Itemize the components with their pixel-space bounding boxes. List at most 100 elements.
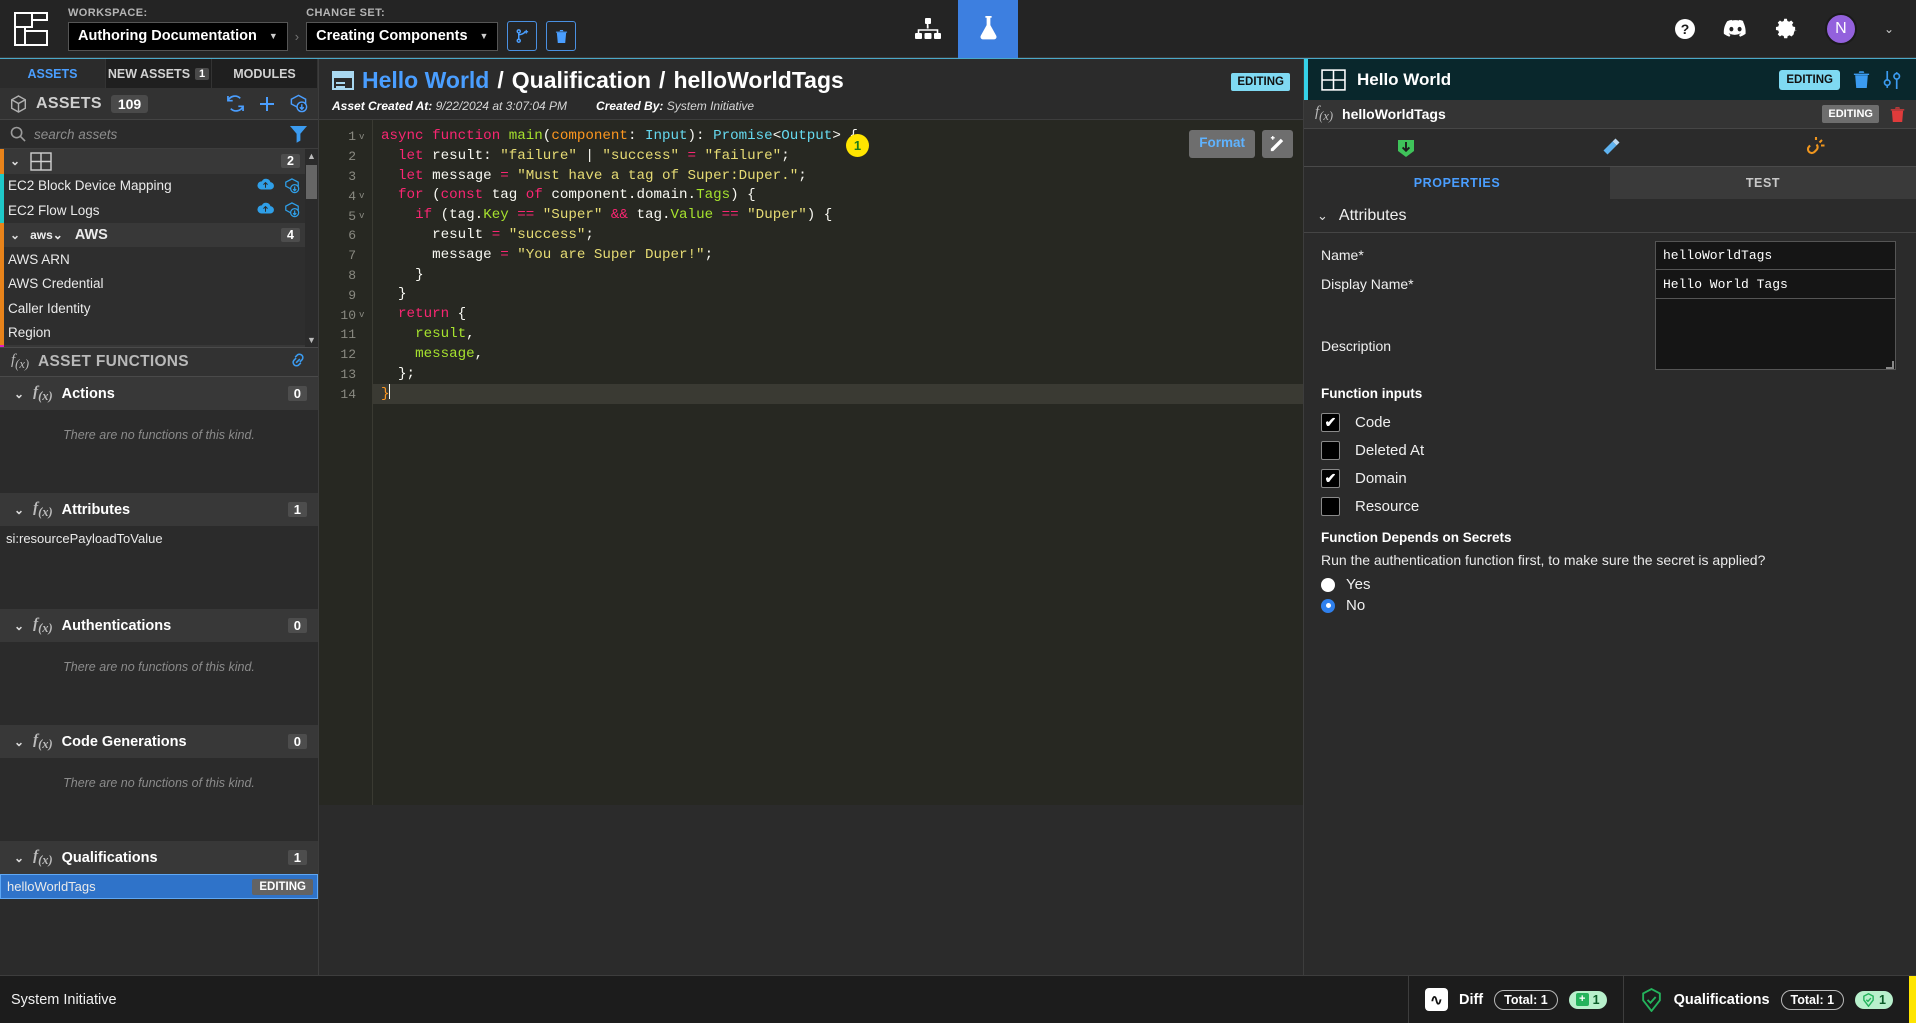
accent-bar xyxy=(0,247,4,272)
fn-section-actions[interactable]: ⌄ f(x) Actions 0 xyxy=(0,377,318,410)
field-row-description: Description xyxy=(1321,299,1896,370)
right-panel-tabs: PROPERTIES TEST xyxy=(1304,167,1916,199)
resource-checkbox-label: Resource xyxy=(1355,497,1420,515)
display-name-input[interactable] xyxy=(1655,270,1896,299)
function-icon: f(x) xyxy=(33,731,53,751)
trash-red-icon[interactable] xyxy=(1890,106,1905,123)
code-marker-badge[interactable]: 1 xyxy=(846,134,869,157)
checkbox-row-domain[interactable]: ✔ Domain xyxy=(1321,464,1899,492)
line-number-value: 13 xyxy=(340,366,356,382)
fn-item-resource-payload-to-value[interactable]: si:resourcePayloadToValue xyxy=(0,526,318,551)
asset-search-row xyxy=(0,120,318,149)
tree-group-aws[interactable]: ⌄ aws⌄ AWS 4 xyxy=(0,222,318,247)
tab-modules[interactable]: MODULES xyxy=(212,59,318,88)
fold-arrow-icon[interactable]: v xyxy=(359,191,367,201)
scroll-up-arrow-icon[interactable]: ▲ xyxy=(305,151,318,161)
fn-section-empty: There are no functions of this kind. xyxy=(63,428,255,442)
refresh-icon[interactable] xyxy=(226,95,245,112)
fold-arrow-icon[interactable]: v xyxy=(359,310,367,320)
install-module-icon[interactable] xyxy=(289,94,308,113)
changeset-label: CHANGE SET: xyxy=(306,6,386,19)
fn-section-code-generations[interactable]: ⌄ f(x) Code Generations 0 xyxy=(0,725,318,758)
fn-section-attributes[interactable]: ⌄ f(x) Attributes 1 xyxy=(0,493,318,526)
scrollbar-thumb[interactable] xyxy=(306,165,317,199)
tab-test[interactable]: TEST xyxy=(1610,167,1916,199)
accent-bar xyxy=(0,296,4,321)
avatar-chevron-down-icon[interactable]: ⌄ xyxy=(1884,22,1894,36)
attach-function-button[interactable] xyxy=(289,352,307,373)
accent-bar xyxy=(0,149,4,174)
input-socket-button[interactable] xyxy=(1304,129,1508,166)
breadcrumb-function: helloWorldTags xyxy=(673,67,844,93)
fn-item-hello-world-tags[interactable]: helloWorldTags EDITING xyxy=(0,874,318,899)
secrets-no-radio[interactable] xyxy=(1321,598,1335,613)
code-editor[interactable]: 1v 2 3 4v 5v 6 7 8 9 10 v 11 12 13 14 asy… xyxy=(319,120,1303,805)
attributes-section-header[interactable]: ⌄ Attributes xyxy=(1304,199,1916,233)
cloud-upload-icon[interactable] xyxy=(257,202,274,214)
tree-item-aws-arn[interactable]: AWS ARN xyxy=(0,247,318,272)
tree-item-caller-identity[interactable]: Caller Identity xyxy=(0,296,318,321)
pipette-button[interactable] xyxy=(1508,129,1712,166)
domain-checkbox[interactable]: ✔ xyxy=(1321,468,1340,488)
tree-scrollbar[interactable]: ▲ ▼ xyxy=(305,149,318,347)
module-icon[interactable] xyxy=(284,177,300,194)
description-textarea[interactable] xyxy=(1655,299,1896,370)
tab-new-assets[interactable]: NEW ASSETS 1 xyxy=(106,59,212,88)
avatar[interactable]: N xyxy=(1824,12,1857,45)
model-tab[interactable] xyxy=(898,0,958,58)
fn-section-authentications[interactable]: ⌄ f(x) Authentications 0 xyxy=(0,609,318,642)
fn-section-qualifications[interactable]: ⌄ f(x) Qualifications 1 xyxy=(0,841,318,874)
workspace-select[interactable]: Authoring Documentation ▼ xyxy=(68,21,288,51)
broken-link-button[interactable] xyxy=(1712,129,1916,166)
diff-status-group[interactable]: ∿ Diff Total: 1 + 1 xyxy=(1407,975,1623,1023)
tree-item-aws-credential[interactable]: AWS Credential xyxy=(0,271,318,296)
line-number-value: 12 xyxy=(340,347,356,363)
checkbox-row-resource[interactable]: Resource xyxy=(1321,492,1899,520)
search-input[interactable] xyxy=(34,126,281,142)
discord-button[interactable] xyxy=(1723,19,1748,38)
code-checkbox[interactable]: ✔ xyxy=(1321,412,1340,432)
merge-branch-button[interactable] xyxy=(507,21,538,51)
filter-icon[interactable] xyxy=(289,125,308,143)
breadcrumb-asset[interactable]: Hello World xyxy=(362,67,489,94)
sliders-icon[interactable] xyxy=(1883,70,1902,90)
add-asset-icon[interactable] xyxy=(258,95,276,113)
created-at-value: 9/22/2024 at 3:07:04 PM xyxy=(435,99,568,113)
tree-item-region[interactable]: Region xyxy=(0,320,318,345)
changeset-select[interactable]: Creating Components ▼ xyxy=(306,21,499,51)
tree-group-count: 4 xyxy=(281,227,300,242)
tab-assets[interactable]: ASSETS xyxy=(0,59,106,88)
help-button[interactable]: ? xyxy=(1674,18,1696,40)
settings-button[interactable] xyxy=(1775,17,1798,40)
checkbox-row-deleted-at[interactable]: Deleted At xyxy=(1321,436,1899,464)
tree-item-ec2-flow-logs[interactable]: EC2 Flow Logs xyxy=(0,198,318,223)
lab-tab[interactable] xyxy=(958,0,1018,58)
cloud-upload-icon[interactable] xyxy=(257,178,274,190)
function-icon: f(x) xyxy=(11,352,30,371)
trash-icon[interactable] xyxy=(1853,70,1870,89)
resource-checkbox[interactable] xyxy=(1321,496,1340,516)
module-icon[interactable] xyxy=(284,202,300,218)
topbar-separator: › xyxy=(294,29,300,44)
delete-changeset-button[interactable] xyxy=(546,21,577,51)
scroll-down-arrow-icon[interactable]: ▼ xyxy=(305,335,318,345)
deleted-at-checkbox[interactable] xyxy=(1321,440,1340,460)
radio-row-no[interactable]: No xyxy=(1321,595,1899,616)
tree-item-ec2-block-device-mapping[interactable]: EC2 Block Device Mapping xyxy=(0,173,318,198)
tab-properties[interactable]: PROPERTIES xyxy=(1304,167,1610,199)
checkbox-row-code[interactable]: ✔ Code xyxy=(1321,408,1899,436)
code-content[interactable]: async function main(component: Input): P… xyxy=(372,120,1303,805)
radio-row-yes[interactable]: Yes xyxy=(1321,574,1899,595)
fold-arrow-icon[interactable]: v xyxy=(359,211,367,221)
name-input[interactable] xyxy=(1655,241,1896,270)
format-button[interactable]: Format xyxy=(1189,130,1255,158)
tree-group-frame[interactable]: ⌄ 2 xyxy=(0,149,318,174)
resize-handle-icon[interactable] xyxy=(1886,361,1894,369)
edit-mode-button[interactable] xyxy=(1262,130,1293,158)
qualifications-status-group[interactable]: Qualifications Total: 1 1 xyxy=(1622,975,1909,1023)
aws-icon: aws⌄ xyxy=(30,227,63,242)
secrets-yes-radio[interactable] xyxy=(1321,577,1335,592)
tree-group-aws-acm[interactable]: ⌄ aws⌄ AWS ACM 1 xyxy=(0,345,318,347)
si-logo[interactable] xyxy=(0,0,62,58)
fold-arrow-icon[interactable]: v xyxy=(359,132,367,142)
